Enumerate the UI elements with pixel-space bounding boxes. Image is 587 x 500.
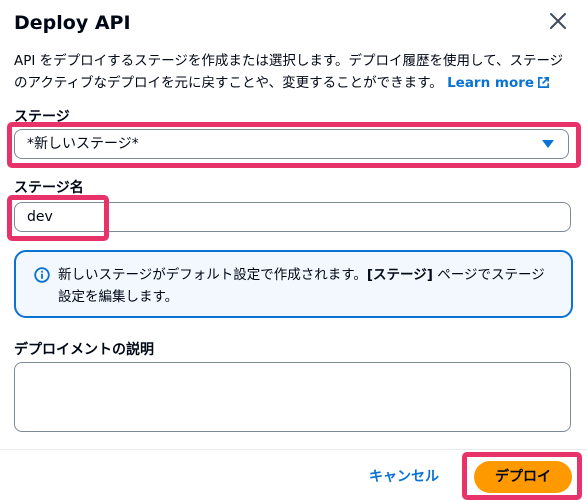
caret-down-icon bbox=[542, 140, 554, 148]
learn-more-link[interactable]: Learn more bbox=[447, 75, 550, 91]
deployment-description-label: デプロイメントの説明 bbox=[14, 342, 154, 358]
stage-label: ステージ bbox=[14, 109, 70, 125]
stage-name-input[interactable]: dev bbox=[14, 202, 571, 232]
learn-more-label: Learn more bbox=[447, 75, 535, 91]
info-icon bbox=[34, 267, 50, 283]
stage-name-label: ステージ名 bbox=[14, 180, 84, 196]
info-alert: 新しいステージがデフォルト設定で作成されます。[ステージ] ページでステージ設定… bbox=[14, 250, 573, 318]
deploy-button[interactable]: デプロイ bbox=[474, 461, 572, 493]
info-text: 新しいステージがデフォルト設定で作成されます。[ステージ] ページでステージ設定… bbox=[58, 264, 553, 308]
stage-selected-value: *新しいステージ* bbox=[27, 136, 139, 152]
info-text-bold: [ステージ] bbox=[366, 267, 433, 283]
info-text-before: 新しいステージがデフォルト設定で作成されます。 bbox=[58, 267, 367, 283]
external-link-icon bbox=[538, 77, 550, 88]
deploy-api-dialog: Deploy API API をデプロイするステージを作成または選択します。デプ… bbox=[0, 0, 587, 500]
stage-select[interactable]: *新しいステージ* bbox=[14, 129, 569, 159]
deployment-description-textarea[interactable] bbox=[14, 362, 571, 432]
dialog-description: API をデプロイするステージを作成または選択します。デプロイ履歴を使用して、ス… bbox=[14, 50, 574, 94]
cancel-button[interactable]: キャンセル bbox=[362, 462, 446, 492]
footer-divider bbox=[0, 449, 587, 450]
stage-name-value: dev bbox=[27, 209, 53, 225]
close-icon[interactable] bbox=[548, 11, 568, 31]
dialog-title: Deploy API bbox=[14, 12, 131, 34]
